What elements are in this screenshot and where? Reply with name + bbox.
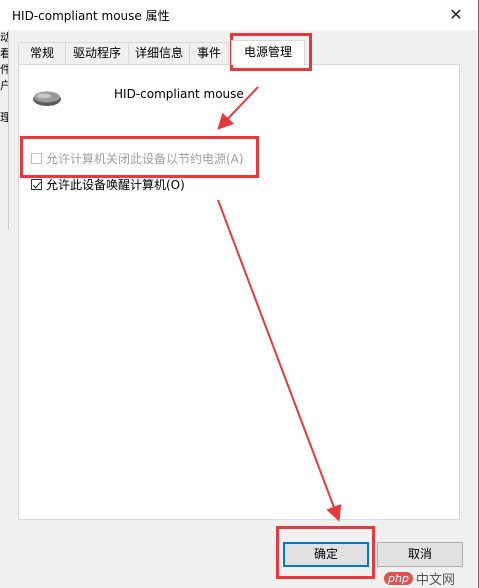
watermark: php 中文网 bbox=[384, 568, 455, 588]
close-icon[interactable]: ✕ bbox=[444, 4, 468, 26]
tab-power-management[interactable]: 电源管理 bbox=[231, 40, 305, 65]
tab-general[interactable]: 常规 bbox=[18, 42, 66, 63]
background-window-edge: 动 看 件 户 理 bbox=[0, 30, 9, 230]
background-text bbox=[0, 142, 8, 158]
allow-power-off-checkbox[interactable] bbox=[31, 152, 42, 164]
window-title: HID-compliant mouse 属性 bbox=[12, 9, 170, 23]
allow-wake-option: 允许此设备唤醒计算机(O) bbox=[31, 176, 185, 192]
watermark-text: 中文网 bbox=[415, 572, 455, 588]
watermark-badge: php bbox=[384, 571, 413, 585]
allow-power-off-option: 允许计算机关闭此设备以节约电源(A) bbox=[31, 150, 244, 166]
background-text: 理 bbox=[0, 110, 8, 126]
background-text: 看 bbox=[0, 46, 8, 62]
cancel-button[interactable]: 取消 bbox=[377, 542, 463, 567]
background-text bbox=[0, 158, 8, 174]
tab-details[interactable]: 详细信息 bbox=[128, 42, 190, 63]
tab-driver[interactable]: 驱动程序 bbox=[65, 42, 129, 63]
title-bar[interactable]: HID-compliant mouse 属性 ✕ bbox=[0, 0, 478, 30]
background-text: 户 bbox=[0, 78, 8, 94]
mouse-icon bbox=[33, 91, 61, 106]
background-text: 动 bbox=[0, 30, 8, 46]
ok-button[interactable]: 确定 bbox=[283, 542, 369, 567]
background-text bbox=[0, 94, 8, 110]
allow-wake-label[interactable]: 允许此设备唤醒计算机(O) bbox=[46, 176, 185, 193]
background-text: 件 bbox=[0, 62, 8, 78]
allow-power-off-label: 允许计算机关闭此设备以节约电源(A) bbox=[46, 151, 244, 166]
tab-panel bbox=[18, 64, 460, 520]
tab-events[interactable]: 事件 bbox=[189, 42, 229, 63]
background-text bbox=[0, 126, 8, 142]
allow-wake-checkbox[interactable] bbox=[31, 178, 42, 190]
device-name: HID-compliant mouse bbox=[114, 87, 244, 101]
properties-dialog: HID-compliant mouse 属性 ✕ 动 看 件 户 理 常规 驱动… bbox=[0, 0, 479, 588]
